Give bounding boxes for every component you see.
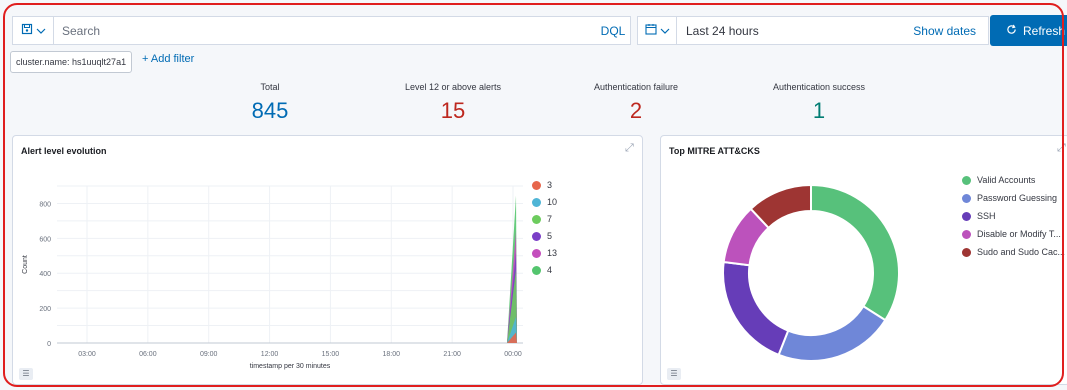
legend-item[interactable]: Disable or Modify T... xyxy=(962,229,1061,239)
x-tick-label: 06:00 xyxy=(139,351,157,358)
metric-label: Total xyxy=(260,82,280,92)
legend-label: 10 xyxy=(547,197,558,207)
legend-swatch xyxy=(532,180,541,190)
legend-label: Password Guessing xyxy=(977,193,1058,203)
legend-item[interactable]: 4 xyxy=(532,265,552,275)
legend-swatch xyxy=(532,197,541,207)
x-tick-label: 03:00 xyxy=(78,351,96,358)
x-tick-label: 15:00 xyxy=(322,351,340,358)
alert-level-chart: 03:00 06:00 09:00 12:00 15:00 18:00 21:00 00:00… xyxy=(22,185,523,370)
metric-value: 1 xyxy=(812,98,826,123)
legend-item[interactable]: Sudo and Sudo Cac... xyxy=(962,247,1065,257)
legend-swatch xyxy=(532,265,541,275)
search-input[interactable]: Search xyxy=(54,24,595,38)
metric-auth-failure: Authentication failure 2 xyxy=(536,82,736,124)
legend-label: Disable or Modify T... xyxy=(977,229,1061,239)
legend-item[interactable]: 10 xyxy=(532,197,557,207)
donut-slice xyxy=(722,260,790,357)
y-tick-label: 400 xyxy=(39,271,51,278)
x-tick-label: 18:00 xyxy=(383,351,401,358)
legend-item[interactable]: 7 xyxy=(532,214,552,224)
chevron-down-icon xyxy=(660,24,670,38)
y-tick-label: 600 xyxy=(39,236,51,243)
saved-query-menu[interactable] xyxy=(13,17,54,44)
date-picker: Last 24 hours Show dates xyxy=(637,16,989,45)
chevron-down-icon xyxy=(36,24,46,38)
query-bar: Search DQL xyxy=(12,16,631,45)
legend-item[interactable]: SSH xyxy=(962,211,996,221)
show-dates-link[interactable]: Show dates xyxy=(913,24,988,38)
y-tick-label: 200 xyxy=(39,306,51,313)
quick-select-button[interactable] xyxy=(638,17,677,44)
metric-value: 2 xyxy=(629,98,643,123)
legend-swatch xyxy=(962,229,971,239)
metric-total: Total 845 xyxy=(170,82,370,124)
legend-swatch xyxy=(962,193,971,203)
expand-icon[interactable]: ⤢ xyxy=(1057,142,1066,155)
legend-swatch xyxy=(962,175,971,185)
x-tick-label: 00:00 xyxy=(504,351,522,358)
legend-label: 13 xyxy=(547,248,558,258)
legend-label: SSH xyxy=(977,211,996,221)
legend-swatch xyxy=(962,247,971,257)
legend-item[interactable]: 5 xyxy=(532,231,552,241)
refresh-icon xyxy=(1006,24,1017,38)
mitre-donut-chart xyxy=(722,183,900,362)
x-axis-label: timestamp per 30 minutes xyxy=(250,363,331,370)
filter-pill[interactable]: cluster.name: hs1uuqlt27a1 xyxy=(10,51,132,73)
alert-level-panel: Alert level evolution ⤢ 03:00 06:00 09:00 1… xyxy=(12,135,643,385)
legend-toggle-icon[interactable]: ☰ xyxy=(667,368,681,380)
refresh-button[interactable]: Refresh xyxy=(990,15,1067,46)
refresh-label: Refresh xyxy=(1023,23,1066,38)
metric-label: Level 12 or above alerts xyxy=(404,82,502,92)
metric-value: 845 xyxy=(251,98,289,123)
legend-toggle-icon[interactable]: ☰ xyxy=(19,368,33,380)
legend-swatch xyxy=(962,211,971,221)
legend-label: 3 xyxy=(547,180,553,190)
legend-item[interactable]: Valid Accounts xyxy=(962,175,1035,185)
x-tick-label: 21:00 xyxy=(443,351,461,358)
legend-swatch xyxy=(532,214,541,224)
metric-auth-success: Authentication success 1 xyxy=(719,82,919,124)
legend-label: 4 xyxy=(547,265,553,275)
x-tick-label: 12:00 xyxy=(261,351,279,358)
legend-label: 5 xyxy=(547,231,553,241)
y-tick-label: 800 xyxy=(39,201,51,208)
y-tick-label: 0 xyxy=(47,341,51,348)
legend-item[interactable]: 13 xyxy=(532,248,557,258)
calendar-icon xyxy=(644,23,657,38)
y-axis-label: Count xyxy=(22,255,29,274)
time-range-label[interactable]: Last 24 hours xyxy=(677,24,913,38)
donut-slice xyxy=(777,304,887,362)
metric-label: Authentication failure xyxy=(593,82,679,92)
legend-label: 7 xyxy=(547,214,553,224)
legend-item[interactable]: Password Guessing xyxy=(962,193,1057,203)
legend-label: Sudo and Sudo Cac... xyxy=(977,247,1066,257)
query-language-button[interactable]: DQL xyxy=(595,24,630,38)
legend-item[interactable]: 3 xyxy=(532,180,552,190)
saved-query-icon xyxy=(21,23,33,38)
metric-level12: Level 12 or above alerts 15 xyxy=(353,82,553,124)
metric-label: Authentication success xyxy=(772,82,866,92)
legend-swatch xyxy=(532,231,541,241)
x-tick-label: 09:00 xyxy=(200,351,218,358)
mitre-panel: Top MITRE ATT&CKS ⤢ Valid Accounts Passwo… xyxy=(660,135,1067,385)
legend-swatch xyxy=(532,248,541,258)
donut-slice xyxy=(810,183,900,322)
legend-label: Valid Accounts xyxy=(977,175,1036,185)
add-filter-button[interactable]: + Add filter xyxy=(142,53,194,65)
metric-value: 15 xyxy=(440,98,466,123)
